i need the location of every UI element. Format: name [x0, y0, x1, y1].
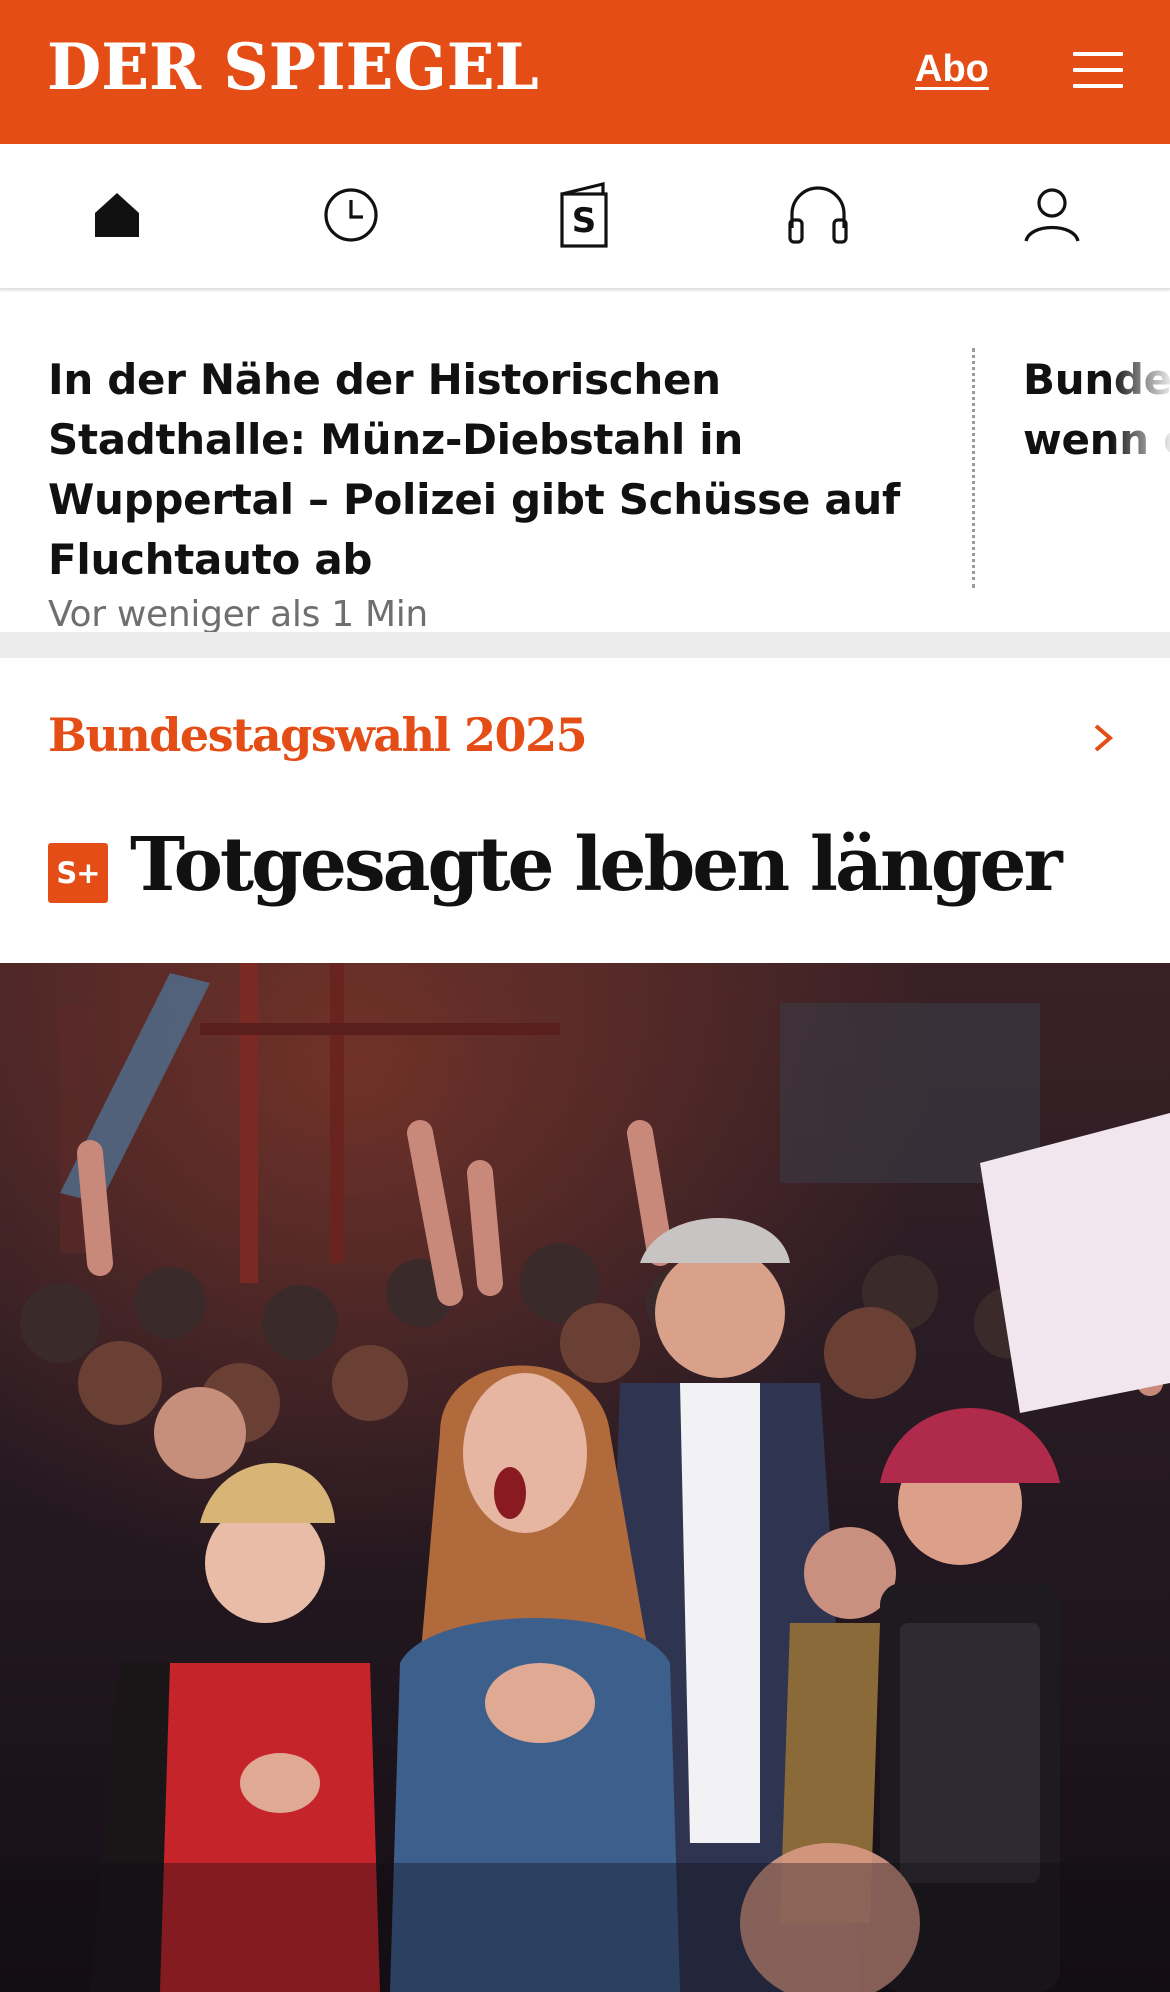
icon-navigation: S [0, 144, 1170, 290]
crowd-photo [0, 963, 1170, 1992]
section-header[interactable]: Bundestagswahl 2025 [0, 658, 1170, 818]
home-icon[interactable] [82, 180, 152, 250]
ticker-headline[interactable]: In der Nähe der Historischen Stadthalle:… [48, 350, 928, 590]
lead-article-header[interactable]: S+ Totgesagte leben länger [0, 818, 1170, 963]
ticker-timestamp: Vor weniger als 1 Min [48, 594, 428, 632]
user-icon[interactable] [1017, 180, 1087, 250]
news-ticker: In der Nähe der Historischen Stadthalle:… [0, 292, 1170, 632]
ticker-item[interactable]: In der Nähe der Historischen Stadthalle:… [48, 350, 928, 632]
hamburger-menu-icon[interactable] [1073, 52, 1123, 90]
section-separator [0, 632, 1170, 658]
lead-headline[interactable]: Totgesagte leben länger [130, 822, 1063, 908]
chevron-right-icon[interactable] [1092, 720, 1116, 756]
ticker-fade [1110, 292, 1170, 632]
lead-article-image[interactable] [0, 963, 1170, 1992]
section-title[interactable]: Bundestagswahl 2025 [48, 708, 588, 762]
abo-link[interactable]: Abo [915, 48, 989, 91]
spiegel-logo[interactable]: DER SPIEGEL [47, 30, 539, 105]
spiegel-plus-badge: S+ [48, 843, 108, 903]
clock-icon[interactable] [316, 180, 386, 250]
ticker-divider [972, 348, 975, 588]
top-bar: DER SPIEGEL Abo [0, 0, 1170, 144]
svg-text:S: S [572, 201, 597, 241]
headphones-icon[interactable] [783, 180, 853, 250]
spiegel-edition-icon[interactable]: S [549, 180, 619, 250]
